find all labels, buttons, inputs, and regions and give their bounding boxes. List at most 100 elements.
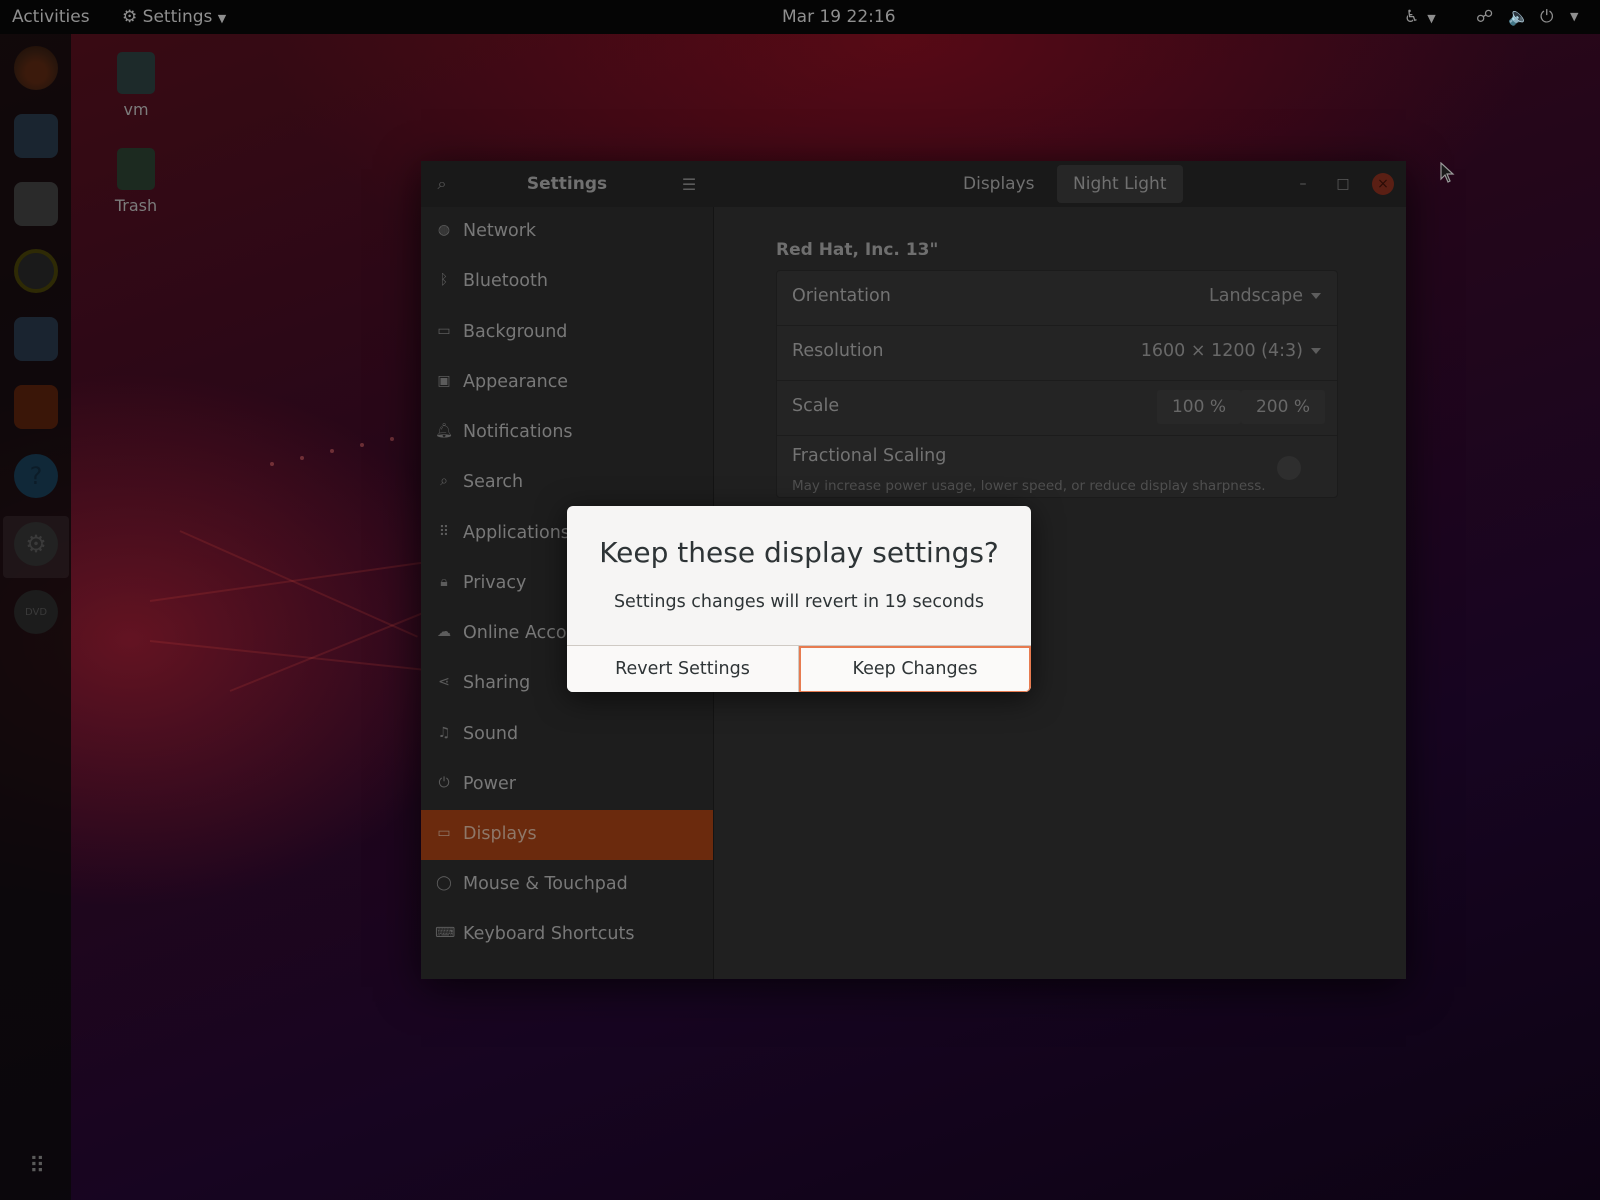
network-status-icon[interactable]: ☍ xyxy=(1476,7,1493,27)
bell-icon: 🔔︎ xyxy=(435,423,453,439)
scale-label: Scale xyxy=(792,396,840,416)
chevron-down-icon: ▼ xyxy=(1427,12,1436,25)
lock-icon: 🔒︎ xyxy=(440,574,448,590)
wallpaper-dot xyxy=(390,437,394,441)
scale-row: Scale 100 % 200 % xyxy=(777,381,1337,436)
chevron-down-icon: ▼ xyxy=(217,12,227,25)
sidebar-item-sound[interactable]: ♫ Sound xyxy=(421,710,713,760)
fractional-scaling-description: May increase power usage, lower speed, o… xyxy=(792,478,1266,494)
dvd-icon[interactable]: DVD xyxy=(14,590,58,634)
help-icon[interactable]: ? xyxy=(14,454,58,498)
display-icon: ▭ xyxy=(437,825,451,841)
power-menu-icon[interactable]: ⏻ xyxy=(1540,7,1553,27)
mouse-pointer-icon xyxy=(1440,162,1455,183)
fractional-scaling-toggle[interactable] xyxy=(1277,456,1301,480)
revert-settings-button[interactable]: Revert Settings xyxy=(567,646,799,692)
orientation-row[interactable]: Orientation Landscape xyxy=(777,271,1337,326)
keyboard-icon: ⌨ xyxy=(435,925,456,941)
clock[interactable]: Mar 19 22:16 xyxy=(782,7,896,27)
volume-icon[interactable]: 🔈 xyxy=(1508,7,1529,27)
wallpaper-ray xyxy=(229,600,453,692)
tab-night-light[interactable]: Night Light xyxy=(1057,165,1183,203)
sidebar-item-keyboard-shortcuts[interactable]: ⌨ Keyboard Shortcuts xyxy=(421,910,713,960)
hamburger-menu-icon[interactable]: ☰ xyxy=(674,170,704,198)
window-header: ⌕ Settings ☰ Displays Night Light – □ × xyxy=(421,161,1406,207)
trash-icon xyxy=(117,148,155,190)
sidebar-item-label: Bluetooth xyxy=(463,271,548,291)
desktop-icon-trash[interactable]: Trash xyxy=(91,148,181,215)
desktop-icon-label: vm xyxy=(123,100,149,119)
tab-displays[interactable]: Displays xyxy=(947,165,1051,203)
firefox-icon[interactable] xyxy=(14,46,58,90)
sidebar-item-label: Appearance xyxy=(463,372,569,392)
scale-200-button[interactable]: 200 % xyxy=(1241,390,1325,424)
app-menu-label: Settings xyxy=(142,7,213,27)
desktop-icon-label: Trash xyxy=(114,196,158,215)
fractional-scaling-row: Fractional Scaling May increase power us… xyxy=(777,436,1337,497)
sidebar-item-label: Applications xyxy=(463,523,570,543)
activities-button[interactable]: Activities xyxy=(12,7,90,27)
wallpaper-ray xyxy=(179,530,418,638)
chevron-down-icon xyxy=(1311,293,1321,299)
sidebar-item-label: Sound xyxy=(463,724,519,744)
sidebar-item-search[interactable]: ⌕ Search xyxy=(421,458,713,508)
sidebar-item-notifications[interactable]: 🔔︎ Notifications xyxy=(421,408,713,458)
resolution-label: Resolution xyxy=(792,341,884,361)
appearance-icon: ▣ xyxy=(437,373,451,389)
sidebar-item-label: Keyboard Shortcuts xyxy=(463,924,635,944)
music-icon: ♫ xyxy=(437,725,451,741)
sidebar-item-label: Privacy xyxy=(463,573,527,593)
maximize-icon[interactable]: □ xyxy=(1332,173,1354,195)
cloud-icon: ☁ xyxy=(437,624,451,640)
wallpaper-dot xyxy=(330,449,334,453)
sidebar-item-label: Displays xyxy=(463,824,537,844)
writer-icon[interactable] xyxy=(14,317,58,361)
sidebar-item-bluetooth[interactable]: ᛒ Bluetooth xyxy=(421,257,713,307)
sidebar-item-network[interactable]: ◍ Network xyxy=(421,207,713,257)
software-icon[interactable] xyxy=(14,385,58,429)
sidebar-item-label: Mouse & Touchpad xyxy=(463,874,628,894)
wallpaper-dot xyxy=(270,462,274,466)
keep-changes-button[interactable]: Keep Changes xyxy=(799,646,1031,692)
dialog-title: Keep these display settings? xyxy=(599,536,999,569)
wallpaper-dot xyxy=(300,456,304,460)
close-icon[interactable]: × xyxy=(1372,173,1394,195)
rhythmbox-icon[interactable] xyxy=(14,249,58,293)
dock: ? ⚙ DVD ⠿ xyxy=(0,34,71,1200)
settings-icon[interactable]: ⚙ xyxy=(14,522,58,566)
chevron-down-icon[interactable]: ▼ xyxy=(1570,10,1578,23)
dialog-message: Settings changes will revert in 19 secon… xyxy=(613,592,985,612)
sidebar-item-mouse-touchpad[interactable]: ◯ Mouse & Touchpad xyxy=(421,860,713,910)
app-grid-icon[interactable]: ⠿ xyxy=(14,1144,58,1188)
sidebar-item-label: Background xyxy=(463,322,568,342)
sidebar-item-appearance[interactable]: ▣ Appearance xyxy=(421,358,713,408)
top-bar: Activities ⚙ Settings ▼ Mar 19 22:16 ♿ ▼ … xyxy=(0,0,1600,34)
monitor-name: Red Hat, Inc. 13" xyxy=(776,240,939,260)
sidebar-item-label: Online Accou xyxy=(463,623,578,643)
desktop-icon-vm[interactable]: vm xyxy=(91,52,181,119)
mouse-icon: ◯ xyxy=(436,875,452,891)
thunderbird-icon[interactable] xyxy=(14,114,58,158)
sidebar-item-label: Power xyxy=(463,774,516,794)
resolution-row[interactable]: Resolution 1600 × 1200 (4:3) xyxy=(777,326,1337,381)
sidebar-header: ⌕ Settings ☰ xyxy=(421,161,713,207)
sidebar-item-background[interactable]: ▭ Background xyxy=(421,308,713,358)
orientation-value[interactable]: Landscape xyxy=(1209,286,1303,306)
sidebar-item-displays[interactable]: ▭ Displays xyxy=(421,810,713,860)
gear-icon: ⚙ xyxy=(122,7,138,27)
sidebar-item-power[interactable]: ⏻ Power xyxy=(421,760,713,810)
app-menu[interactable]: ⚙ Settings ▼ xyxy=(122,7,226,27)
share-icon: ⋖ xyxy=(438,674,450,690)
files-icon[interactable] xyxy=(14,182,58,226)
keep-settings-dialog: Keep these display settings? Settings ch… xyxy=(567,506,1031,692)
orientation-label: Orientation xyxy=(792,286,891,306)
scale-100-button[interactable]: 100 % xyxy=(1157,390,1241,424)
fractional-scaling-label: Fractional Scaling xyxy=(792,446,947,466)
sidebar-item-label: Sharing xyxy=(463,673,531,693)
resolution-value[interactable]: 1600 × 1200 (4:3) xyxy=(1141,341,1303,361)
window-title: Settings xyxy=(526,174,608,194)
grid-icon: ⠿ xyxy=(438,524,450,540)
accessibility-icon[interactable]: ♿ ▼ xyxy=(1404,7,1436,27)
network-icon: ◍ xyxy=(437,222,451,238)
minimize-icon[interactable]: – xyxy=(1292,173,1314,195)
